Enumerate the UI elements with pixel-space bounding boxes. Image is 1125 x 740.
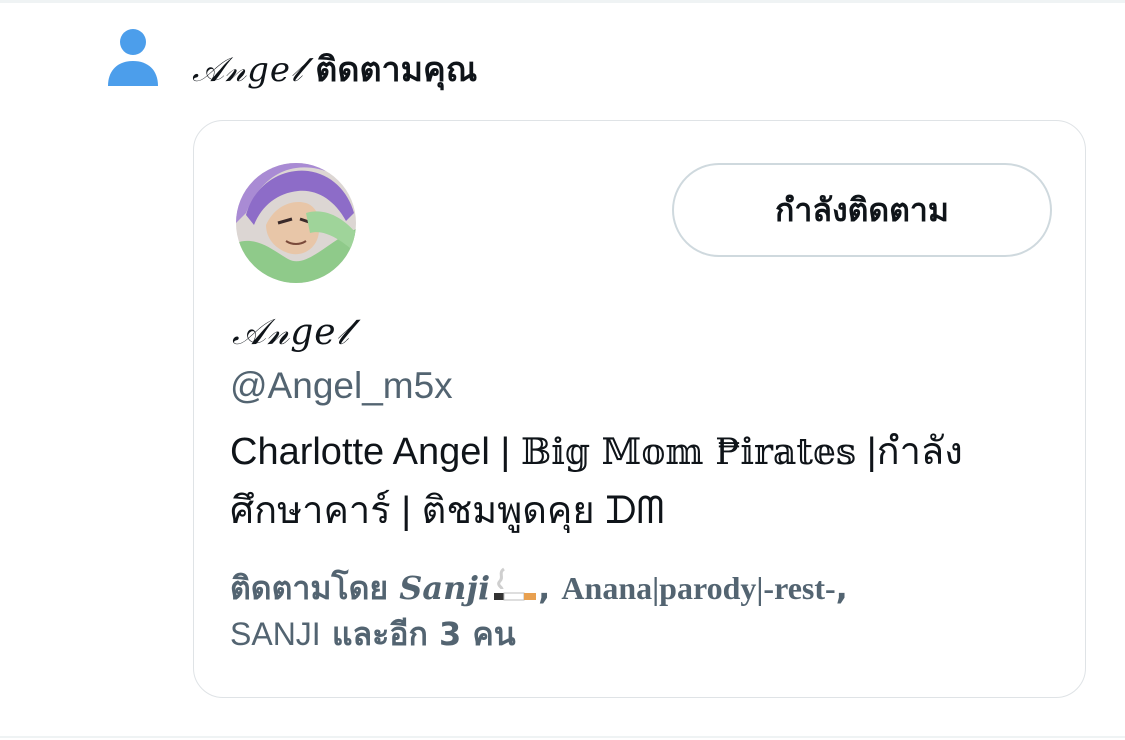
following-button[interactable]: กำลังติดตาม — [672, 163, 1052, 257]
follower-name: SANJI — [230, 616, 321, 652]
user-handle[interactable]: @Angel_m5x — [230, 363, 453, 409]
followed-by-count: และอีก 3 คน — [320, 615, 516, 653]
action-text: ติดตามคุณ — [315, 50, 478, 90]
person-icon — [108, 29, 158, 86]
user-bio: Charlotte Angel | 𝔹𝕚𝕘 𝕄𝕠𝕞 ₱𝕚𝕣𝕒𝕥𝕖𝕤 |กำลัง… — [230, 423, 1050, 540]
bottom-divider — [0, 736, 1125, 738]
actor-name[interactable]: 𝒜𝓃𝑔𝑒𝓁 — [192, 50, 303, 90]
bio-text-start: Charlotte Angel | — [230, 431, 521, 473]
bio-styled-text: 𝔹𝕚𝕘 𝕄𝕠𝕞 ₱𝕚𝕣𝕒𝕥𝕖𝕤 — [520, 432, 857, 473]
top-divider — [0, 0, 1125, 3]
separator: , — [538, 569, 562, 607]
cigarette-icon — [494, 567, 537, 601]
followed-by[interactable]: ติดตามโดย Sanji, Anana|parody|-rest-, SAN… — [230, 565, 1060, 657]
followed-by-label: ติดตามโดย — [230, 569, 400, 607]
notification-title: 𝒜𝓃𝑔𝑒𝓁 ติดตามคุณ — [192, 48, 477, 92]
separator: , — [835, 569, 848, 607]
display-name[interactable]: 𝒜𝓃𝑔𝑒𝓁 — [232, 311, 350, 355]
user-card[interactable]: กำลังติดตาม 𝒜𝓃𝑔𝑒𝓁 @Angel_m5x Charlotte A… — [193, 120, 1086, 698]
follower-name: Anana|parody|-rest- — [561, 570, 836, 606]
follower-name: Sanji — [399, 569, 491, 607]
avatar[interactable] — [236, 163, 356, 283]
